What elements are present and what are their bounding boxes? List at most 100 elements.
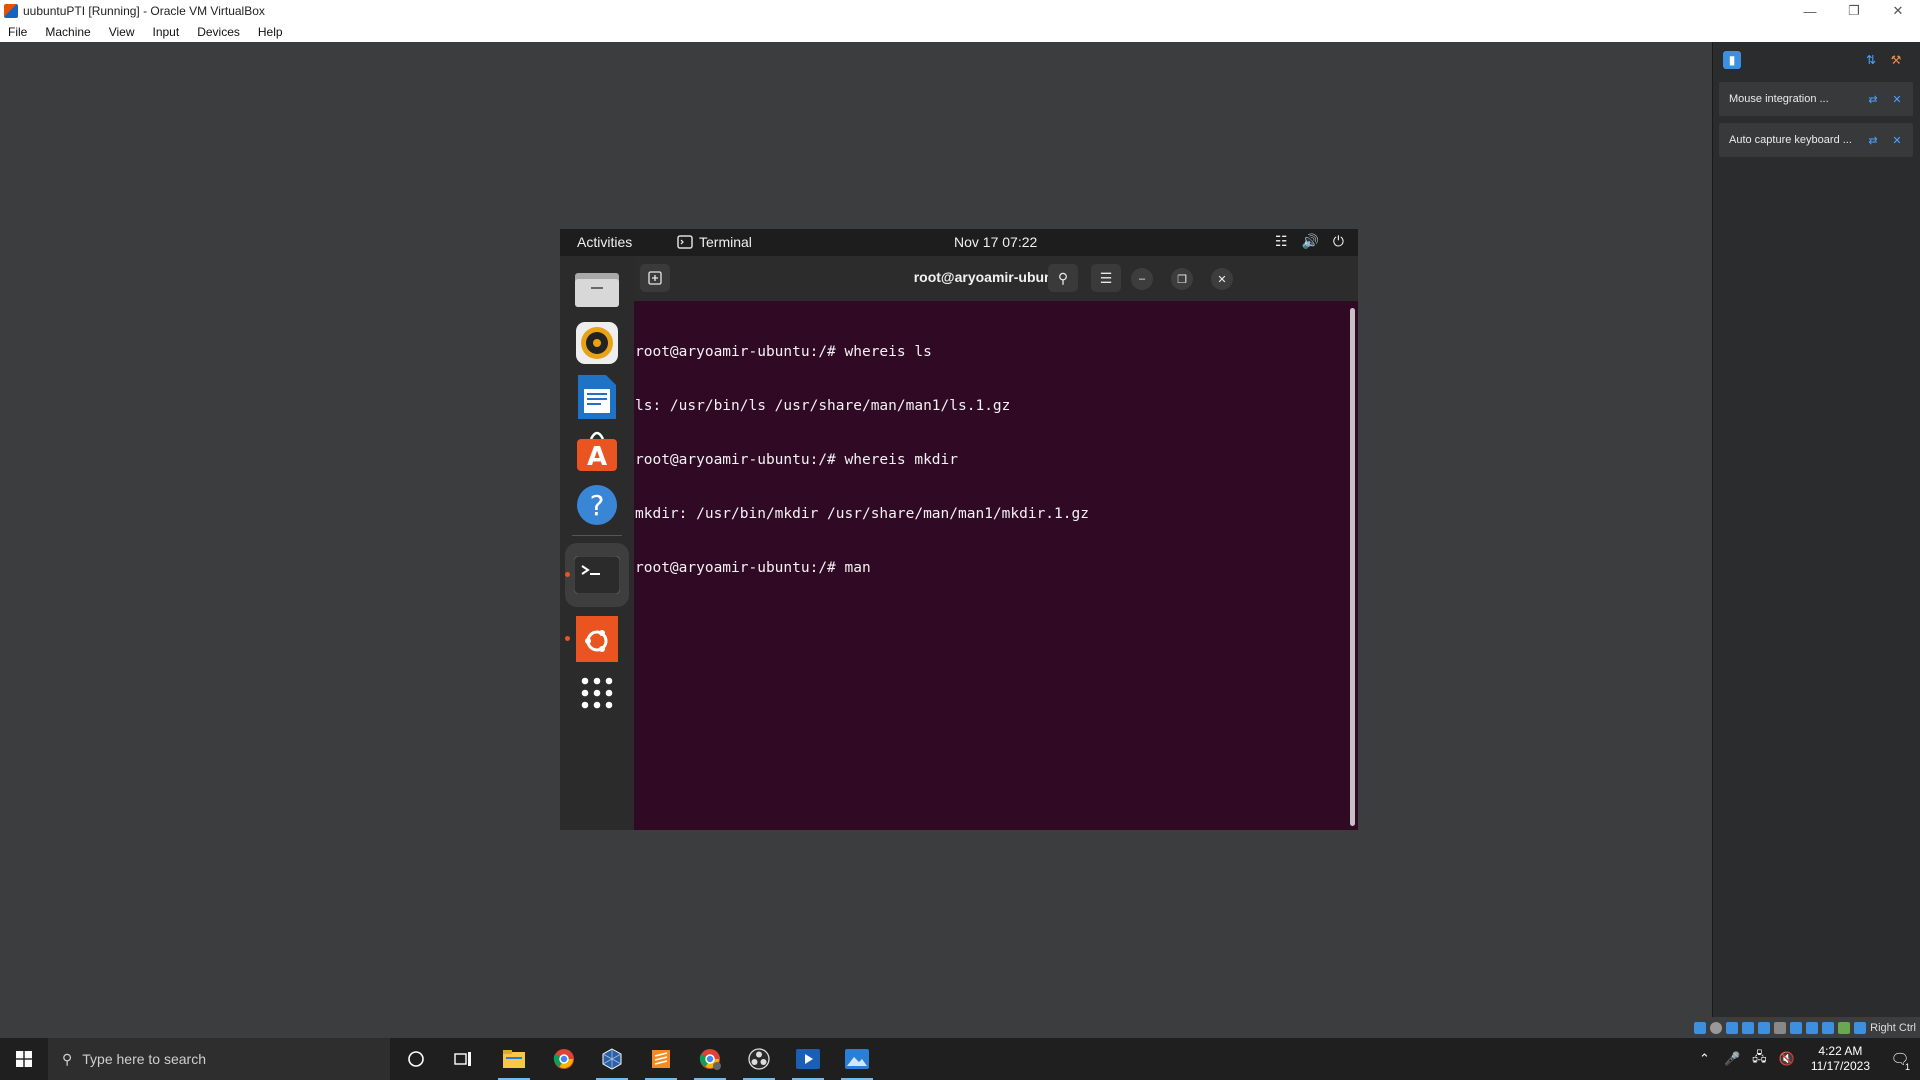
terminal-scrollbar[interactable] [1350, 308, 1355, 826]
terminal-line: mkdir: /usr/bin/mkdir /usr/share/man/man… [635, 506, 1089, 522]
network-status-icon[interactable] [1742, 1022, 1755, 1034]
chrome-profile-icon[interactable] [690, 1043, 730, 1080]
system-tray[interactable]: ☷ 🔊 ⏻ [1275, 233, 1344, 250]
mouse-integration-icon[interactable] [1838, 1022, 1851, 1034]
window-title: uubuntuPTI [Running] - Oracle VM Virtual… [23, 4, 265, 18]
svg-text:A: A [587, 442, 607, 472]
microphone-icon[interactable]: 🎤 [1724, 1051, 1740, 1067]
ubuntu-icon[interactable] [572, 614, 622, 664]
volume-icon[interactable]: 🔊 [1301, 233, 1318, 250]
system-tray-area: ⌃ 🎤 🖧 🔇 4:22 AM 11/17/2023 🗨 1 [1691, 1038, 1920, 1080]
task-view-icon[interactable] [443, 1043, 483, 1075]
guest-clock[interactable]: Nov 17 07:22 [954, 234, 1037, 250]
libreoffice-writer-icon[interactable] [572, 372, 622, 422]
app-menu[interactable]: Terminal [677, 234, 752, 250]
notification-text: Mouse integration ... [1729, 93, 1829, 105]
taskbar-time: 4:22 AM [1818, 1044, 1863, 1058]
terminal-minimize-button[interactable]: – [1131, 268, 1153, 290]
restore-icon[interactable]: ❐ [1832, 0, 1876, 22]
menu-bar: File Machine View Input Devices Help [0, 22, 1920, 42]
expand-icon[interactable]: ⇄ [1865, 93, 1881, 106]
terminal-header: root@aryoamir-ubuntu: / ⚲ ☰ – ❐ ✕ [634, 256, 1358, 301]
sublime-icon[interactable] [641, 1043, 681, 1080]
search-button[interactable]: ⚲ [1048, 264, 1078, 292]
photos-icon[interactable] [837, 1043, 877, 1080]
menu-help[interactable]: Help [258, 25, 283, 39]
terminal-running-indicator [565, 572, 570, 577]
power-icon[interactable]: ⏻ [1333, 233, 1344, 250]
close-icon[interactable]: ✕ [1876, 0, 1920, 22]
taskbar-search[interactable]: ⚲ Type here to search [48, 1038, 390, 1080]
cpu-icon[interactable] [1822, 1022, 1835, 1034]
video-capture-icon[interactable] [1806, 1022, 1819, 1034]
shared-folders-icon[interactable] [1774, 1022, 1787, 1034]
cortana-icon[interactable] [396, 1043, 436, 1075]
svg-text:?: ? [590, 489, 605, 522]
files-icon[interactable] [572, 264, 622, 314]
menu-machine[interactable]: Machine [45, 25, 90, 39]
notification-auto-capture[interactable]: Auto capture keyboard ... ⇄ ✕ [1719, 123, 1913, 157]
clear-all-icon[interactable]: ⚒ [1887, 51, 1905, 69]
terminal-line: root@aryoamir-ubuntu:/# whereis mkdir [635, 452, 959, 468]
dismiss-icon[interactable]: ✕ [1889, 134, 1905, 147]
menu-input[interactable]: Input [153, 25, 180, 39]
notification-toggle-icon[interactable]: ▮ [1723, 51, 1741, 69]
hard-disk-icon[interactable] [1694, 1022, 1707, 1034]
ubuntu-running-indicator [565, 636, 570, 641]
show-apps-icon[interactable] [572, 668, 622, 718]
window-controls: — ❐ ✕ [1788, 0, 1920, 22]
file-explorer-icon[interactable] [494, 1043, 534, 1080]
rhythmbox-icon[interactable] [572, 318, 622, 368]
terminal-icon[interactable] [565, 543, 629, 607]
dock-separator [572, 535, 622, 536]
network-tray-icon[interactable]: 🖧 [1752, 1048, 1767, 1070]
gnome-top-bar: Activities Terminal Nov 17 07:22 ☷ 🔊 ⏻ [560, 229, 1358, 256]
volume-muted-icon[interactable]: 🔇 [1779, 1051, 1795, 1067]
search-placeholder: Type here to search [82, 1051, 207, 1067]
notification-mouse-integration[interactable]: Mouse integration ... ⇄ ✕ [1719, 82, 1913, 116]
help-icon[interactable]: ? [572, 480, 622, 530]
minimize-icon[interactable]: — [1788, 0, 1832, 22]
software-center-icon[interactable]: A [572, 426, 622, 476]
terminal-maximize-button[interactable]: ❐ [1171, 268, 1193, 290]
keyboard-icon[interactable] [1854, 1022, 1867, 1034]
start-button[interactable] [0, 1038, 48, 1080]
activities-button[interactable]: Activities [577, 234, 632, 250]
virtualbox-icon [4, 4, 18, 18]
hamburger-menu-button[interactable]: ☰ [1091, 264, 1121, 292]
action-center-button[interactable]: 🗨 1 [1880, 1038, 1920, 1080]
usb-icon[interactable] [1758, 1022, 1771, 1034]
terminal-title: root@aryoamir-ubuntu: / [913, 269, 1079, 285]
windows-taskbar: ⚲ Type here to search ⌃ 🎤 🖧 🔇 4:22 AM 11… [0, 1038, 1920, 1080]
chevron-up-icon[interactable]: ⌃ [1699, 1051, 1710, 1067]
guest-screen[interactable]: Activities Terminal Nov 17 07:22 ☷ 🔊 ⏻ A… [560, 229, 1358, 830]
vm-status-bar: Right Ctrl [1660, 1018, 1920, 1038]
notification-count: 1 [1903, 1062, 1911, 1072]
app-name: Terminal [699, 234, 752, 250]
windows-icon [16, 1051, 32, 1067]
menu-view[interactable]: View [109, 25, 135, 39]
obs-icon[interactable] [739, 1043, 779, 1080]
terminal-close-button[interactable]: ✕ [1211, 268, 1233, 290]
taskbar-date: 11/17/2023 [1810, 1059, 1870, 1073]
network-icon[interactable]: ☷ [1275, 233, 1288, 250]
menu-file[interactable]: File [8, 25, 27, 39]
display-icon[interactable] [1790, 1022, 1803, 1034]
terminal-small-icon [677, 235, 693, 249]
sort-icon[interactable]: ⇅ [1862, 51, 1880, 69]
menu-icon: ☰ [1099, 269, 1113, 286]
dismiss-icon[interactable]: ✕ [1889, 93, 1905, 106]
taskbar-clock[interactable]: 4:22 AM 11/17/2023 [1811, 1044, 1870, 1074]
menu-devices[interactable]: Devices [197, 25, 240, 39]
audio-icon[interactable] [1726, 1022, 1739, 1034]
notification-text: Auto capture keyboard ... [1729, 134, 1852, 146]
virtualbox-taskbar-icon[interactable] [592, 1043, 632, 1080]
notification-center: ▮ ⇅ ⚒ Mouse integration ... ⇄ ✕ Auto cap… [1712, 42, 1920, 1017]
ubuntu-dock: A ? [560, 256, 634, 830]
chrome-icon[interactable] [544, 1043, 584, 1075]
expand-icon[interactable]: ⇄ [1865, 134, 1881, 147]
optical-drive-icon[interactable] [1710, 1022, 1723, 1034]
terminal-line: ls: /usr/bin/ls /usr/share/man/man1/ls.1… [635, 398, 1011, 414]
terminal-output[interactable]: root@aryoamir-ubuntu:/# whereis ls ls: /… [634, 301, 1346, 830]
media-player-icon[interactable] [788, 1043, 828, 1080]
